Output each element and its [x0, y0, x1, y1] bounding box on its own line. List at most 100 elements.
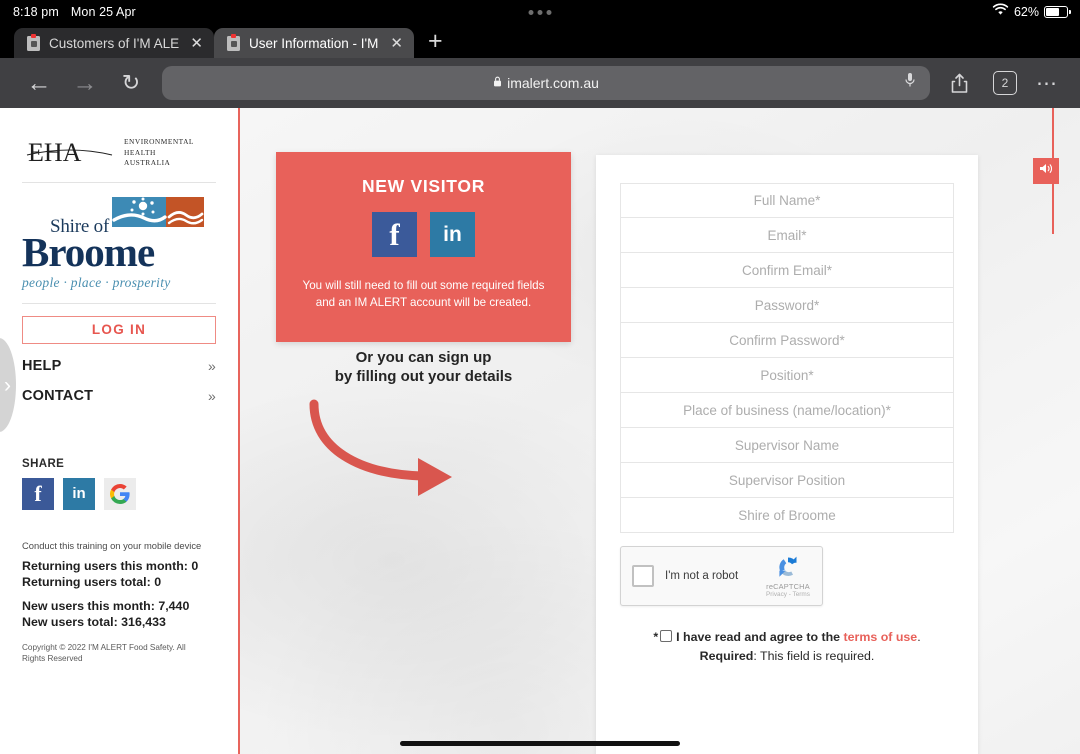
returning-total-value: 0 — [154, 575, 162, 590]
terms-line-1: * I have read and agree to the terms of u… — [620, 628, 954, 647]
place-of-business-field[interactable]: Place of business (name/location)* — [620, 393, 954, 428]
position-field[interactable]: Position* — [620, 358, 954, 393]
shire-of-broome-logo: Shire of Broome people · place · prosper… — [20, 183, 218, 303]
lock-icon — [493, 76, 502, 90]
reload-icon[interactable]: ↻ — [108, 70, 154, 96]
confirm-email-field[interactable]: Confirm Email* — [620, 253, 954, 288]
broome-tagline: people · place · prosperity — [22, 274, 171, 290]
sidebar-drawer-handle[interactable]: › — [0, 338, 16, 432]
terms-period: . — [917, 630, 921, 644]
page-sidebar: EHA ENVIRONMENTAL HEALTH AUSTRALIA Shire… — [0, 108, 238, 754]
confirm-password-field[interactable]: Confirm Password* — [620, 323, 954, 358]
linkedin-icon[interactable]: in — [63, 477, 95, 510]
supervisor-name-field[interactable]: Supervisor Name — [620, 428, 954, 463]
wifi-icon — [992, 3, 1009, 21]
back-icon[interactable]: ← — [16, 69, 62, 98]
facebook-login-icon[interactable]: f — [372, 212, 417, 257]
new-tab-button[interactable]: + — [414, 29, 455, 58]
address-bar[interactable]: imalert.com.au — [162, 66, 930, 100]
share-icon[interactable] — [938, 73, 980, 94]
eha-line-2: HEALTH — [124, 147, 156, 157]
email-field[interactable]: Email* — [620, 218, 954, 253]
linkedin-glyph: in — [443, 223, 462, 246]
recaptcha-checkbox[interactable] — [632, 565, 654, 587]
browser-tab-0[interactable]: Customers of I'M ALERT ✕ — [14, 28, 214, 58]
terms-line-2: Required: This field is required. — [620, 647, 954, 666]
page-main-content: NEW VISITOR f in You will still need to … — [240, 108, 1080, 754]
new-visitor-panel: NEW VISITOR f in You will still need to … — [276, 152, 571, 342]
ios-status-bar: 8:18 pm Mon 25 Apr 62% — [0, 0, 1080, 24]
recaptcha-branding: reCAPTCHA Privacy - Terms — [762, 553, 814, 598]
microphone-icon[interactable] — [904, 72, 916, 94]
sidebar-item-label: CONTACT — [22, 387, 94, 404]
browser-tab-strip: Customers of I'M ALERT ✕ User Informatio… — [0, 24, 1080, 58]
web-page-viewport: EHA ENVIRONMENTAL HEALTH AUSTRALIA Shire… — [0, 108, 1080, 754]
chevron-right-icon: › — [4, 373, 11, 397]
share-heading: SHARE — [22, 457, 65, 470]
signup-line-2: by filling out your details — [334, 368, 513, 386]
eha-line-1: ENVIRONMENTAL — [124, 137, 194, 147]
battery-icon — [1044, 6, 1071, 18]
eha-logo: EHA ENVIRONMENTAL HEALTH AUSTRALIA — [20, 130, 218, 182]
mobile-device-note: Conduct this training on your mobile dev… — [22, 539, 202, 551]
full-name-field[interactable]: Full Name* — [620, 183, 954, 218]
browser-tab-1[interactable]: User Information - I'M AL ✕ — [214, 28, 414, 58]
linkedin-glyph: in — [72, 485, 86, 503]
more-menu-icon[interactable]: ⋯ — [1030, 71, 1064, 96]
new-users-month: New users this month: 7,440 — [22, 598, 216, 615]
curved-arrow-icon — [300, 396, 560, 496]
ipad-safari-screen: 8:18 pm Mon 25 Apr 62% Customers of I'M … — [0, 0, 1080, 754]
required-star: * — [653, 630, 659, 644]
forward-icon[interactable]: → — [62, 69, 108, 98]
note-line-1: You will still need to fill out some req… — [302, 279, 545, 292]
audio-toggle-button[interactable] — [1033, 158, 1059, 184]
close-icon[interactable]: ✕ — [390, 36, 403, 51]
status-right-cluster: 62% — [992, 3, 1071, 21]
status-date: Mon 25 Apr — [70, 5, 136, 19]
url-text: imalert.com.au — [507, 75, 599, 91]
terms-of-use-link[interactable]: terms of use — [844, 630, 918, 644]
sidebar-item-contact[interactable]: CONTACT » — [20, 374, 218, 404]
status-time: 8:18 pm — [13, 5, 59, 19]
recaptcha-label: I'm not a robot — [665, 570, 739, 582]
new-visitor-note: You will still need to fill out some req… — [303, 277, 545, 312]
new-month-value: 7,440 — [158, 598, 190, 613]
signup-prompt: Or you can sign up by filling out your d… — [276, 348, 571, 386]
sidebar-item-help[interactable]: HELP » — [20, 344, 218, 374]
status-center-dots — [528, 9, 552, 15]
page-scrollbar[interactable] — [1051, 108, 1054, 234]
sidebar-divider-2 — [22, 302, 216, 304]
chevron-right-icon: » — [208, 357, 216, 374]
supervisor-position-field[interactable]: Supervisor Position — [620, 463, 954, 498]
returning-month-label: Returning users this month: — [22, 558, 192, 573]
sidebar-item-label: HELP — [22, 357, 62, 374]
returning-month-value: 0 — [191, 558, 199, 573]
facebook-glyph: f — [34, 480, 42, 506]
battery-percent: 62% — [1013, 5, 1039, 19]
terms-checkbox[interactable] — [660, 630, 673, 642]
terms-text: I have read and agree to the — [676, 630, 844, 644]
linkedin-login-icon[interactable]: in — [430, 212, 475, 257]
new-total-label: New users total: — [22, 615, 122, 630]
tab-title: User Information - I'M AL — [249, 35, 379, 51]
eha-wordmark: ENVIRONMENTAL HEALTH AUSTRALIA — [124, 137, 194, 169]
social-login-row: f in — [372, 212, 475, 257]
share-icon-row: f in — [22, 477, 218, 510]
google-icon[interactable] — [104, 477, 136, 510]
registration-form: Full Name* Email* Confirm Email* Passwor… — [596, 155, 978, 754]
tab-title: Customers of I'M ALERT — [49, 35, 180, 51]
facebook-icon[interactable]: f — [22, 477, 54, 510]
copyright-text: Copyright © 2022 I'M ALERT Food Safety. … — [22, 642, 186, 664]
login-button[interactable]: LOG IN — [22, 315, 216, 344]
recaptcha-widget[interactable]: I'm not a robot reCAPTCHA Privacy - Term… — [620, 546, 823, 606]
close-icon[interactable]: ✕ — [190, 36, 203, 51]
new-total-value: 316,433 — [121, 615, 166, 630]
tab-count-button[interactable]: 2 — [993, 71, 1017, 95]
facebook-glyph: f — [389, 217, 400, 252]
svg-text:EHA: EHA — [28, 138, 82, 167]
recaptcha-terms-text[interactable]: Privacy - Terms — [762, 591, 814, 598]
home-indicator — [400, 741, 680, 746]
password-field[interactable]: Password* — [620, 288, 954, 323]
returning-total-label: Returning users total: — [22, 575, 155, 590]
council-field[interactable]: Shire of Broome — [620, 498, 954, 533]
